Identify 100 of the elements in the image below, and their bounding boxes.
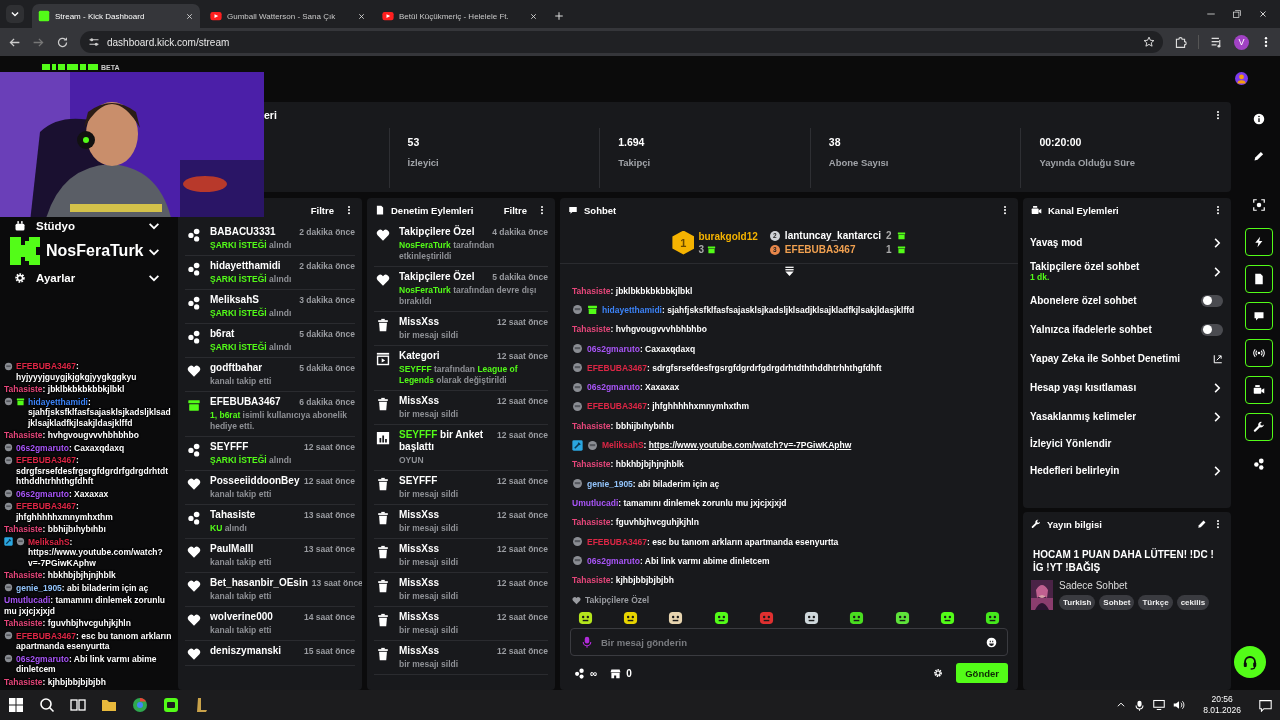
menu-item[interactable]: Yavaş mod bbox=[1023, 228, 1231, 257]
sidebar-item[interactable]: Stüdyo bbox=[0, 213, 175, 239]
sidebar-item[interactable]: Ayarlar bbox=[0, 265, 175, 291]
timestamp: 12 saat önce bbox=[496, 577, 548, 589]
gift-icon bbox=[187, 398, 201, 412]
media-icon[interactable] bbox=[1210, 35, 1223, 49]
profile-avatar[interactable]: V bbox=[1234, 34, 1249, 50]
rail-button[interactable] bbox=[1244, 412, 1273, 441]
trash-icon bbox=[376, 579, 390, 593]
activity-text: kanalı takip etti bbox=[210, 489, 273, 500]
clock-date[interactable]: 8.01.2026 bbox=[1203, 705, 1241, 716]
star-icon[interactable] bbox=[1143, 36, 1155, 48]
logo-icon[interactable] bbox=[42, 64, 98, 70]
rail-button[interactable] bbox=[1244, 375, 1273, 404]
emote-icon[interactable] bbox=[713, 610, 729, 625]
filter-button[interactable]: Filtre bbox=[499, 204, 531, 216]
volume-icon[interactable] bbox=[1173, 699, 1186, 711]
site-info-icon[interactable] bbox=[88, 36, 100, 48]
message-link[interactable]: https://www.youtube.com/watch?v=-7PGiwKAphw bbox=[648, 440, 852, 450]
emote-icon[interactable] bbox=[849, 610, 865, 625]
stat-value: 53 bbox=[407, 136, 421, 148]
tag-chip[interactable]: Türkçe bbox=[1138, 595, 1173, 610]
activity-text: SEYFFF tarafından League of Legends olarak değiştirildi bbox=[399, 364, 519, 386]
send-button[interactable]: Gönder bbox=[956, 663, 1008, 683]
browser-tab[interactable]: Gumball Watterson - Sana Çık bbox=[204, 4, 372, 28]
notification-icon[interactable] bbox=[1259, 698, 1272, 712]
stat-label: Abone Sayısı bbox=[828, 157, 890, 168]
browser-icon[interactable] bbox=[132, 697, 148, 713]
microphone-icon[interactable] bbox=[1134, 699, 1146, 711]
setting-label: Yalnızca ifadelerle sohbet bbox=[1030, 324, 1153, 335]
network-icon[interactable] bbox=[1153, 699, 1166, 711]
restore-icon[interactable] bbox=[1232, 9, 1242, 19]
close-icon[interactable] bbox=[529, 11, 538, 21]
rail-button[interactable] bbox=[1244, 227, 1273, 256]
menu-item[interactable]: Hedefleri belirleyin bbox=[1023, 456, 1231, 485]
clock-time[interactable]: 20:56 bbox=[1211, 694, 1233, 705]
menu-item[interactable]: Takipçilere özel sohbet 1 dk. bbox=[1023, 257, 1231, 286]
chat-message: 06s2gmaruto: Abi link varmı abime dinletcem bbox=[16, 653, 158, 675]
address-bar[interactable]: dashboard.kick.com/stream bbox=[80, 31, 1163, 53]
activity-text: bir mesajı sildi bbox=[399, 557, 460, 568]
user-name: deniszymanski bbox=[210, 645, 283, 657]
tag-chip[interactable]: Turkish bbox=[1059, 595, 1096, 610]
filter-button[interactable]: Filtre bbox=[306, 204, 338, 216]
user-name: wolverine000 bbox=[210, 611, 274, 623]
reload-icon[interactable] bbox=[56, 35, 69, 49]
rail-button[interactable] bbox=[1244, 264, 1273, 293]
tag-chip[interactable]: cekilis bbox=[1176, 595, 1210, 610]
wrench-icon bbox=[1031, 519, 1041, 529]
close-icon[interactable] bbox=[357, 11, 366, 21]
rail-button[interactable] bbox=[1244, 301, 1273, 330]
tag-chip[interactable]: Sohbet bbox=[1099, 595, 1135, 610]
timestamp: 12 saat önce bbox=[496, 395, 548, 407]
emote-icon[interactable] bbox=[939, 610, 955, 625]
task-view-icon[interactable] bbox=[70, 697, 86, 713]
store-icon[interactable] bbox=[610, 667, 622, 679]
chat-message: 06s2gmaruto: Caxaxqdaxq bbox=[16, 442, 125, 453]
close-icon[interactable] bbox=[1258, 9, 1268, 19]
rail-button[interactable] bbox=[1244, 338, 1273, 367]
timestamp: 13 saat önce bbox=[303, 543, 355, 555]
message-input[interactable]: Bir mesaj gönderin bbox=[570, 628, 1008, 656]
activity-text: ŞARKI İSTEĞİ alındı bbox=[210, 455, 293, 466]
menu-item[interactable]: Hesap yaşı kısıtlaması bbox=[1023, 373, 1231, 402]
settings-icon[interactable] bbox=[933, 668, 944, 678]
emote-icon[interactable] bbox=[804, 610, 820, 625]
emote-icon[interactable] bbox=[623, 610, 639, 625]
menu-item[interactable]: Yapay Zeka ile Sohbet Denetimi bbox=[1023, 344, 1231, 373]
scroll-down-icon[interactable] bbox=[783, 266, 795, 277]
rank-badge: 1 bbox=[672, 230, 695, 255]
game-icon[interactable] bbox=[194, 697, 210, 713]
search-icon[interactable] bbox=[39, 697, 55, 713]
panel-title: Yayın bilgisi bbox=[1047, 518, 1103, 530]
user-name: SEYFFF bbox=[210, 441, 250, 453]
close-icon[interactable] bbox=[185, 11, 194, 21]
menu-item[interactable]: İzleyici Yönlendir bbox=[1023, 431, 1231, 456]
edit-icon[interactable] bbox=[1197, 519, 1207, 529]
caret-up-icon[interactable] bbox=[1116, 700, 1127, 710]
setting-label: Abonelere özel sohbet bbox=[1030, 295, 1138, 306]
text-input[interactable]: Bir mesaj gönderin bbox=[601, 636, 978, 648]
browser-tab[interactable]: Stream - Kick Dashboard bbox=[32, 4, 200, 28]
emoji-icon[interactable] bbox=[986, 636, 997, 648]
category-name[interactable]: Sadece Sohbet bbox=[1059, 580, 1210, 591]
trash-icon bbox=[376, 613, 390, 627]
dots-icon bbox=[187, 443, 201, 457]
emote-icon[interactable] bbox=[668, 610, 684, 625]
toggle-switch[interactable] bbox=[1201, 294, 1223, 307]
tab-list-button[interactable] bbox=[6, 5, 24, 23]
emote-icon[interactable] bbox=[578, 610, 593, 625]
folder-icon[interactable] bbox=[101, 697, 117, 713]
menu-item[interactable]: Yasaklanmış kelimeler bbox=[1023, 402, 1231, 431]
avatar-icon[interactable] bbox=[1235, 71, 1248, 85]
browser-tab[interactable]: Betül Küçükmeriç - Helelele Ft. bbox=[376, 4, 544, 28]
edit-icon bbox=[1252, 149, 1265, 162]
start-icon[interactable] bbox=[8, 697, 24, 713]
new-tab-icon[interactable] bbox=[554, 11, 564, 21]
toggle-switch[interactable] bbox=[1201, 323, 1223, 336]
chat-message: EFEBUBA3467: hyjyyyjguygjkjgkgjyygkggkyu bbox=[16, 361, 138, 382]
app-icon[interactable] bbox=[163, 697, 179, 713]
emote-icon[interactable] bbox=[984, 610, 1000, 625]
extensions-icon[interactable] bbox=[1174, 35, 1187, 49]
emote-icon[interactable] bbox=[894, 610, 910, 625]
